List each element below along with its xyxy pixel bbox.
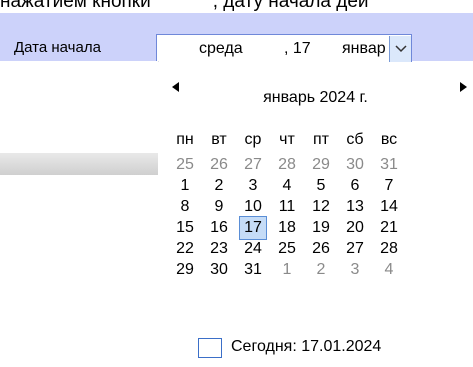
day-cell[interactable]: 16 bbox=[202, 217, 236, 239]
week-row: 29 30 31 1 2 3 4 bbox=[168, 259, 468, 281]
day-cell[interactable]: 18 bbox=[270, 217, 304, 239]
day-cell[interactable]: 19 bbox=[304, 217, 338, 239]
day-cell[interactable]: 10 bbox=[236, 196, 270, 218]
day-cell[interactable]: 30 bbox=[338, 154, 372, 176]
day-cell[interactable]: 28 bbox=[372, 238, 406, 260]
day-cell[interactable]: 27 bbox=[338, 238, 372, 260]
weekday-label: вс bbox=[380, 131, 398, 148]
start-date-label: Дата начала bbox=[14, 39, 101, 56]
day-cell[interactable]: 21 bbox=[372, 217, 406, 239]
week-row: 22 23 24 25 26 27 28 bbox=[168, 238, 468, 260]
day-cell[interactable]: 26 bbox=[304, 238, 338, 260]
instruction-text-right: , дату начала дей bbox=[212, 0, 369, 12]
weekday-label: чт bbox=[279, 131, 295, 148]
selected-day-cell[interactable]: 17 bbox=[236, 216, 270, 240]
day-cell[interactable]: 15 bbox=[168, 217, 202, 239]
day-cell[interactable]: 2 bbox=[304, 259, 338, 281]
day-cell[interactable]: 14 bbox=[372, 196, 406, 218]
date-day[interactable]: , 17 bbox=[284, 40, 311, 58]
weekday-label: вт bbox=[211, 131, 227, 148]
day-cell[interactable]: 1 bbox=[270, 259, 304, 281]
day-cell[interactable]: 23 bbox=[202, 238, 236, 260]
dropdown-button[interactable] bbox=[389, 36, 411, 62]
weekday-label: ср bbox=[244, 131, 262, 148]
today-label[interactable]: Сегодня: 17.01.2024 bbox=[231, 338, 381, 356]
day-cell[interactable]: 11 bbox=[270, 196, 304, 218]
day-cell[interactable]: 20 bbox=[338, 217, 372, 239]
day-cell[interactable]: 27 bbox=[236, 154, 270, 176]
day-cell[interactable]: 8 bbox=[168, 196, 202, 218]
day-cell[interactable]: 12 bbox=[304, 196, 338, 218]
weekday-label: сб bbox=[346, 131, 364, 148]
day-cell[interactable]: 9 bbox=[202, 196, 236, 218]
day-cell[interactable]: 25 bbox=[270, 238, 304, 260]
calendar-header: январь 2024 г. bbox=[158, 62, 473, 112]
day-cell[interactable]: 28 bbox=[270, 154, 304, 176]
day-cell[interactable]: 31 bbox=[236, 259, 270, 281]
day-cell[interactable]: 7 bbox=[372, 175, 406, 197]
day-cell[interactable]: 4 bbox=[270, 175, 304, 197]
day-cell[interactable]: 26 bbox=[202, 154, 236, 176]
day-cell[interactable]: 6 bbox=[338, 175, 372, 197]
day-cell[interactable]: 22 bbox=[168, 238, 202, 260]
calendar-popup: январь 2024 г. пн вт ср чт пт сб вс 25 26 27 28 29… bbox=[158, 62, 473, 367]
day-cell[interactable]: 31 bbox=[372, 154, 406, 176]
date-month[interactable]: январ bbox=[342, 40, 386, 58]
day-cell[interactable]: 29 bbox=[168, 259, 202, 281]
chevron-down-icon bbox=[394, 45, 407, 53]
month-title[interactable]: январь 2024 г. bbox=[158, 89, 473, 107]
instruction-text-left: нажатием кнопки bbox=[0, 0, 151, 12]
day-cell[interactable]: 2 bbox=[202, 175, 236, 197]
background-toolbar bbox=[0, 153, 158, 175]
day-cell[interactable]: 4 bbox=[372, 259, 406, 281]
day-cell[interactable]: 25 bbox=[168, 154, 202, 176]
week-row: 15 16 17 18 19 20 21 bbox=[168, 216, 468, 240]
start-date-picker[interactable]: среда , 17 январ bbox=[156, 34, 412, 64]
weekday-label: пн bbox=[176, 131, 194, 148]
background-dialog bbox=[0, 61, 159, 186]
instruction-text: нажатием кнопки , дату начала дей bbox=[0, 0, 473, 13]
week-row: 1234567 bbox=[168, 175, 468, 197]
weekday-label: пт bbox=[313, 131, 329, 148]
today-marker-icon bbox=[198, 338, 222, 358]
day-cell[interactable]: 3 bbox=[236, 175, 270, 197]
week-row: 25 26 27 28 29 30 31 bbox=[168, 154, 468, 176]
day-cell[interactable]: 29 bbox=[304, 154, 338, 176]
day-cell[interactable]: 5 bbox=[304, 175, 338, 197]
triangle-right-icon[interactable] bbox=[459, 82, 467, 92]
day-cell[interactable]: 3 bbox=[338, 259, 372, 281]
date-weekday[interactable]: среда bbox=[199, 40, 243, 58]
form-row: Дата начала среда , 17 январ bbox=[0, 13, 473, 64]
day-cell[interactable]: 24 bbox=[236, 238, 270, 260]
day-cell[interactable]: 30 bbox=[202, 259, 236, 281]
day-cell[interactable]: 13 bbox=[338, 196, 372, 218]
weekday-header-row: пн вт ср чт пт сб вс bbox=[168, 129, 468, 151]
week-row: 8 9 10 11 12 13 14 bbox=[168, 196, 468, 218]
day-cell[interactable]: 1 bbox=[168, 175, 202, 197]
